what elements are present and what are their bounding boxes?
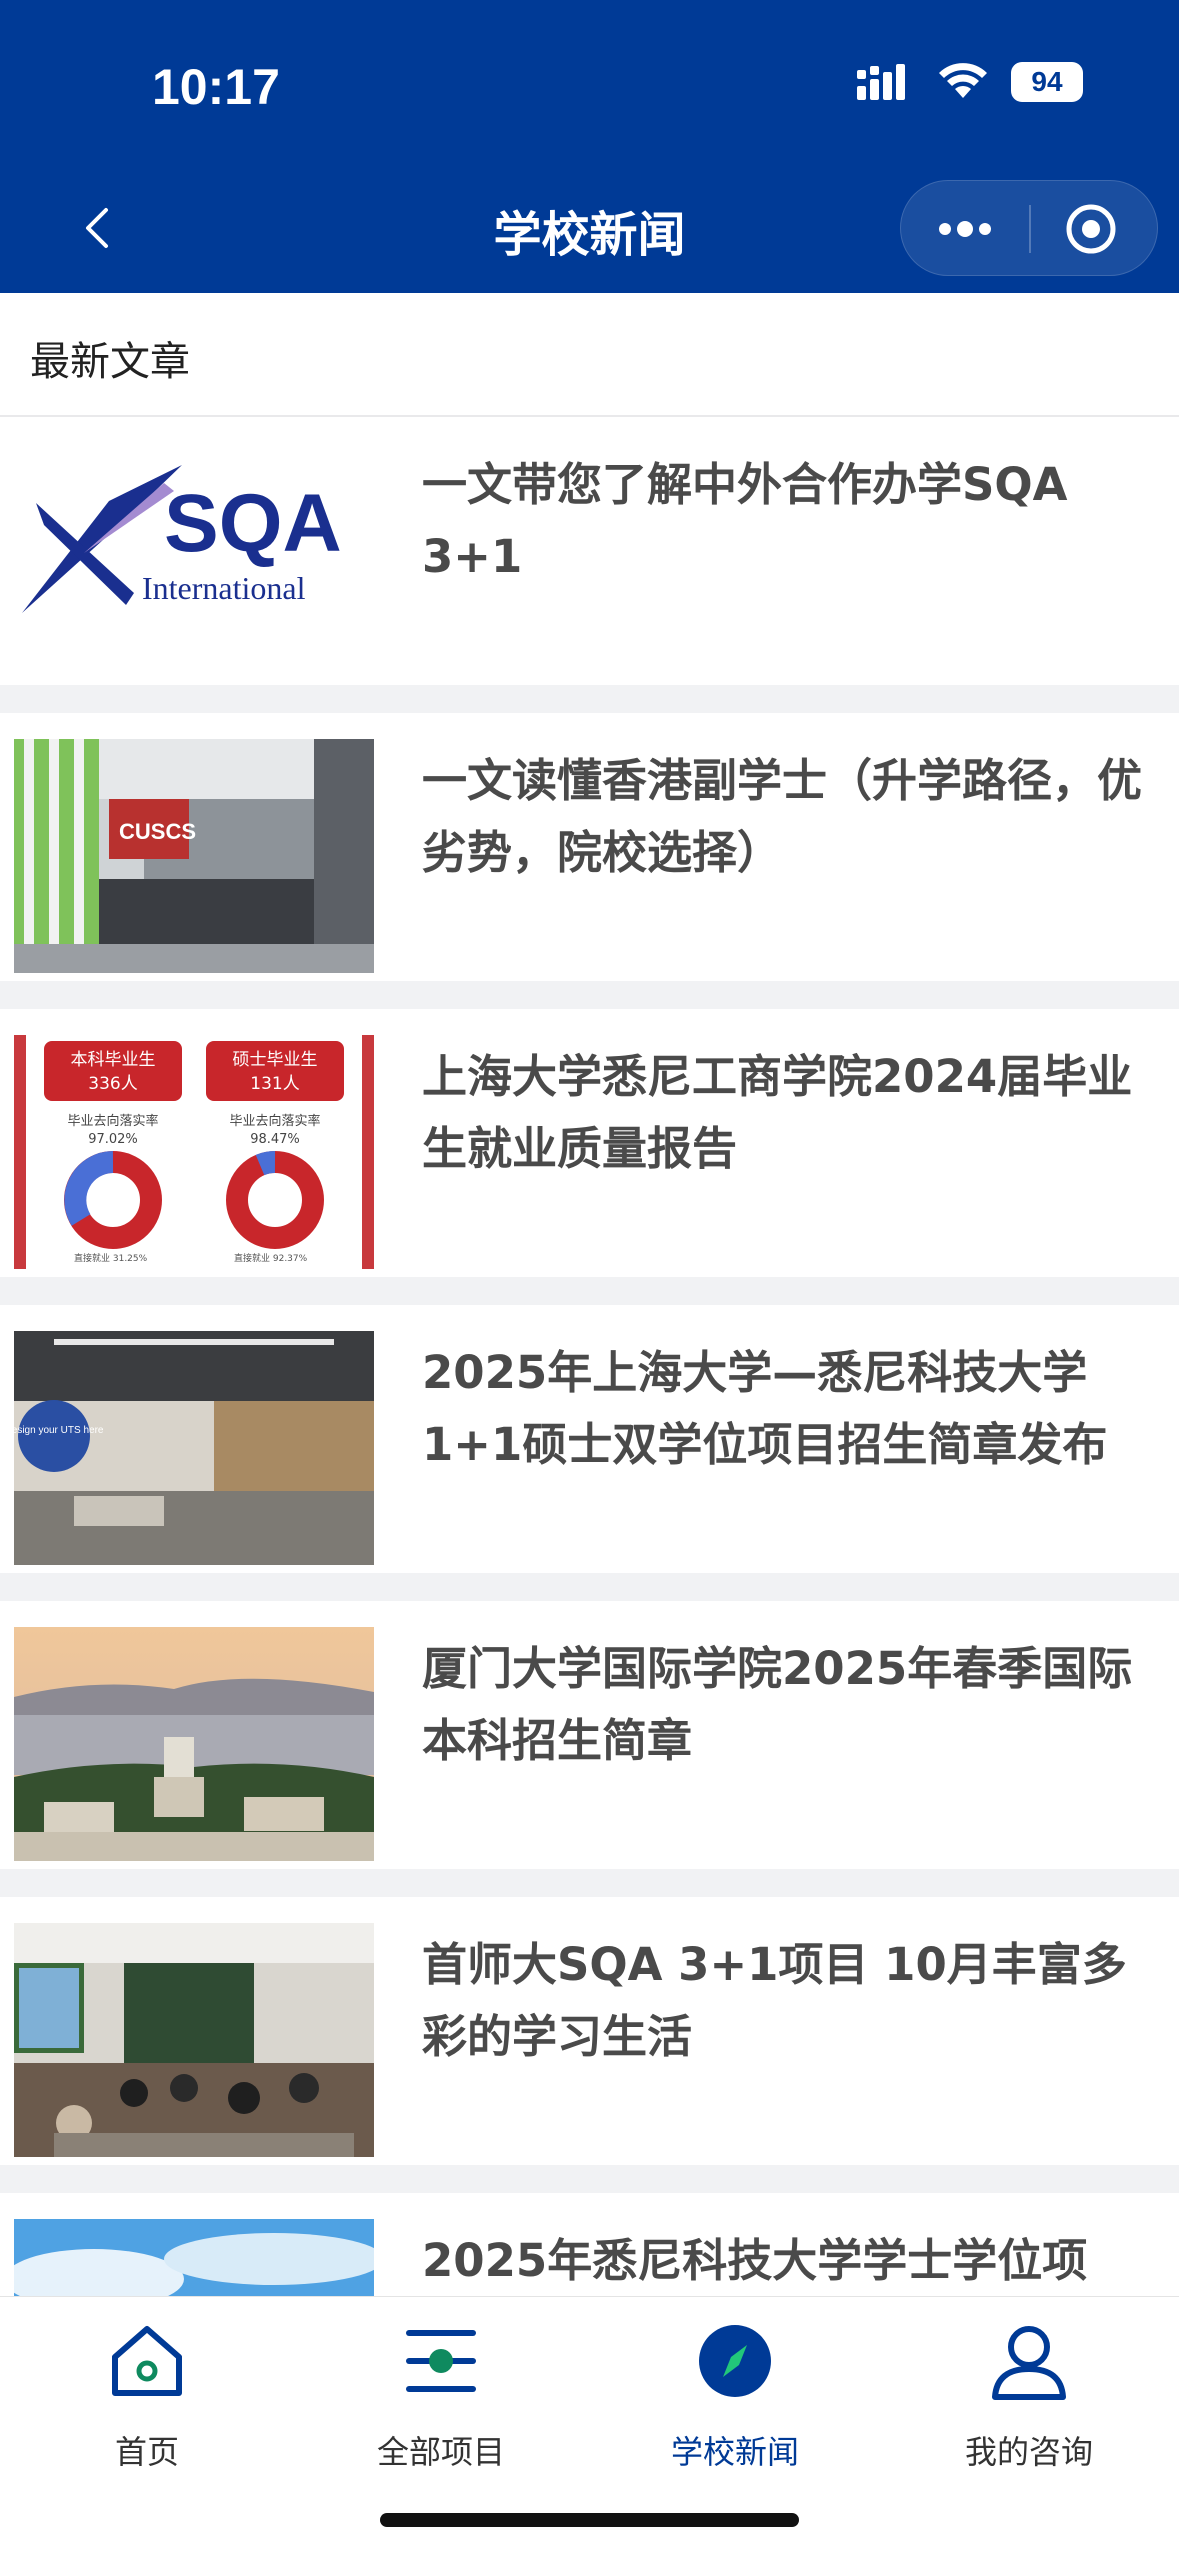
tab-school-news[interactable]: 学校新闻: [588, 2319, 882, 2473]
article-item[interactable]: 厦门大学国际学院2025年春季国际本科招生简章: [0, 1601, 1179, 1869]
article-title: 一文读懂香港副学士（升学路径，优劣势，院校选择）: [422, 754, 1143, 879]
status-icons: 94: [857, 62, 1083, 102]
sqa-logo-icon: SQA International: [22, 465, 342, 613]
status-time: 10:17: [152, 59, 280, 115]
article-thumbnail: Design your UTS here: [14, 1331, 374, 1565]
article-item[interactable]: 首师大SQA 3+1项目 10月丰富多彩的学习生活: [0, 1897, 1179, 2165]
uts-sign-text: Design your UTS here: [14, 1425, 104, 1436]
wifi-icon: [939, 63, 987, 98]
close-mini-program-icon[interactable]: [1065, 203, 1117, 255]
capsule-divider: [1029, 205, 1031, 253]
left-count-text: 336人: [88, 1074, 137, 1094]
compass-icon: [699, 2325, 771, 2397]
article-item[interactable]: SQA International 一文带您了解中外合作办学SQA 3+1: [0, 417, 1179, 685]
left-rate-value: 97.02%: [88, 1132, 138, 1147]
sqa-logo-subtext: International: [142, 570, 306, 606]
article-title: 上海大学悉尼工商学院2024届毕业生就业质量报告: [422, 1050, 1133, 1175]
article-title: 2025年上海大学—悉尼科技大学1+1硕士双学位项目招生简章发布: [422, 1346, 1108, 1471]
tab-home[interactable]: 首页: [0, 2319, 294, 2473]
mini-program-capsule: [900, 180, 1158, 276]
tab-all-projects[interactable]: 全部项目: [294, 2319, 588, 2473]
battery-icon: 94: [1011, 62, 1083, 102]
article-title: 厦门大学国际学院2025年春季国际本科招生简章: [422, 1642, 1133, 1767]
home-indicator: [380, 2513, 799, 2527]
article-item[interactable]: Design your UTS here 2025年上海大学—悉尼科技大学1+1…: [0, 1305, 1179, 1573]
right-rate-label: 毕业去向落实率: [229, 1113, 320, 1129]
left-note: 直接就业 31.25%: [74, 1252, 148, 1264]
user-icon: [992, 2326, 1066, 2400]
article-title: 2025年悉尼科技大学学士学位项: [422, 2234, 1088, 2287]
article-thumbnail: [14, 1923, 374, 2157]
tab-label: 首页: [114, 2433, 179, 2471]
section-title: 最新文章: [30, 339, 190, 385]
article-item[interactable]: CUSCS 一文读懂香港副学士（升学路径，优劣势，院校选择）: [0, 713, 1179, 981]
article-title: 一文带您了解中外合作办学SQA 3+1: [422, 458, 1068, 583]
right-head-text: 硕士毕业生: [233, 1050, 318, 1070]
tab-label: 学校新闻: [670, 2433, 799, 2471]
building-sign-text: CUSCS: [119, 819, 196, 844]
signal-icon: [857, 64, 905, 100]
article-thumbnail: 本科毕业生 336人 硕士毕业生 131人 毕业去向落实率 97.02% 毕业去…: [14, 1035, 374, 1269]
tab-label: 我的咨询: [964, 2433, 1093, 2471]
left-head-text: 本科毕业生: [71, 1050, 156, 1070]
article-item[interactable]: 本科毕业生 336人 硕士毕业生 131人 毕业去向落实率 97.02% 毕业去…: [0, 1009, 1179, 1277]
section-header: 最新文章: [0, 293, 1179, 417]
sqa-logo-text: SQA: [164, 478, 342, 569]
tab-my-consultation[interactable]: 我的咨询: [882, 2319, 1176, 2473]
article-thumbnail: SQA International: [14, 443, 374, 677]
home-icon: [112, 2326, 182, 2396]
right-count-text: 131人: [250, 1074, 299, 1094]
article-thumbnail: [14, 1627, 374, 1861]
article-title: 首师大SQA 3+1项目 10月丰富多彩的学习生活: [422, 1938, 1127, 2063]
article-list: SQA International 一文带您了解中外合作办学SQA 3+1 CU…: [0, 417, 1179, 2489]
filter-icon: [406, 2330, 476, 2392]
tab-label: 全部项目: [376, 2433, 505, 2471]
more-icon[interactable]: [935, 209, 995, 249]
right-rate-value: 98.47%: [250, 1132, 300, 1147]
top-bar: 10:17 94 学校新闻: [0, 0, 1179, 293]
right-note: 直接就业 92.37%: [234, 1252, 308, 1264]
left-rate-label: 毕业去向落实率: [67, 1113, 158, 1129]
article-thumbnail: CUSCS: [14, 739, 374, 973]
